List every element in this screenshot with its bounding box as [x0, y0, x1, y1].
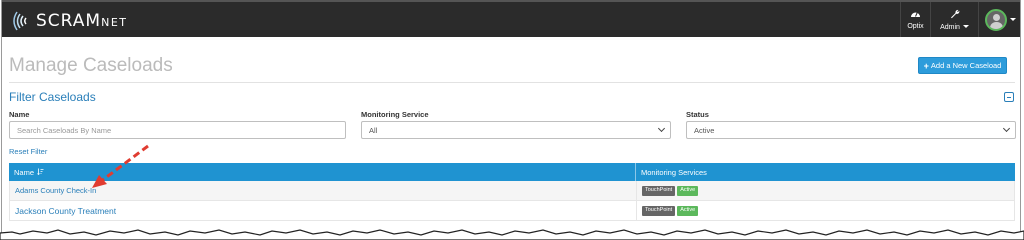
reset-filter-link[interactable]: Reset Filter [9, 147, 47, 156]
name-column-header[interactable]: Name [9, 163, 636, 181]
filter-panel-title: Filter Caseloads [9, 90, 96, 104]
table-header: Name Monitoring Services [9, 163, 1015, 181]
optix-label: Optix [907, 23, 924, 30]
table-row: Jackson County Treatment TouchPoint Acti… [9, 201, 1015, 221]
plus-icon: + [923, 60, 929, 71]
chevron-down-icon [657, 124, 666, 133]
user-avatar-icon [985, 8, 1007, 31]
brand-logo[interactable]: SCRAMNET [10, 9, 128, 33]
chevron-down-icon [1002, 124, 1011, 133]
name-header-label: Name [14, 167, 35, 177]
scram-logo-icon [13, 11, 27, 31]
service-badge: TouchPoint [642, 185, 676, 196]
service-selected-value: All [369, 125, 378, 135]
status-selected-value: Active [694, 125, 715, 135]
caseload-link[interactable]: Jackson County Treatment [15, 206, 116, 216]
services-cell: TouchPoint Active [637, 181, 1014, 200]
table-row: Adams County Check-In TouchPoint Active [9, 181, 1015, 201]
brand-name: SCRAMNET [36, 11, 128, 31]
status-badge: Active [677, 205, 699, 216]
chevron-down-icon [962, 25, 969, 29]
add-caseload-button[interactable]: + Add a New Caseload [918, 57, 1007, 74]
app-frame: SCRAMNET Optix Admin Manage Caseloads + … [1, 0, 1021, 240]
status-select[interactable]: Active [686, 121, 1016, 139]
chevron-down-icon [1010, 18, 1016, 21]
admin-label: Admin [940, 24, 969, 31]
name-search-input[interactable] [9, 121, 346, 139]
name-cell: Jackson County Treatment [10, 201, 637, 220]
services-cell: TouchPoint Active [637, 201, 1014, 220]
service-filter-label: Monitoring Service [361, 110, 429, 119]
header-divider [9, 82, 1015, 83]
service-badge: TouchPoint [642, 205, 676, 216]
sort-icon[interactable] [37, 168, 44, 177]
services-column-header: Monitoring Services [641, 167, 707, 177]
add-caseload-label: Add a New Caseload [930, 61, 1002, 70]
status-badge: Active [677, 185, 699, 196]
collapse-icon[interactable] [1004, 92, 1014, 102]
torn-edge [0, 229, 1024, 240]
page-title: Manage Caseloads [9, 55, 173, 76]
name-cell: Adams County Check-In [10, 181, 637, 200]
optix-nav-button[interactable]: Optix [900, 2, 930, 37]
status-filter-label: Status [686, 110, 709, 119]
top-navbar: SCRAMNET Optix Admin [2, 0, 1020, 37]
name-filter-label: Name [9, 110, 30, 119]
monitoring-service-select[interactable]: All [361, 121, 671, 139]
admin-menu-button[interactable]: Admin [930, 2, 978, 37]
dashboard-icon [910, 9, 921, 21]
wrench-icon [950, 9, 960, 22]
caseloads-table: Name Monitoring Services Adams County Ch… [9, 163, 1015, 221]
user-menu-button[interactable] [978, 2, 1020, 37]
navbar-right: Optix Admin [900, 2, 1020, 37]
caseload-link[interactable]: Adams County Check-In [15, 186, 96, 195]
